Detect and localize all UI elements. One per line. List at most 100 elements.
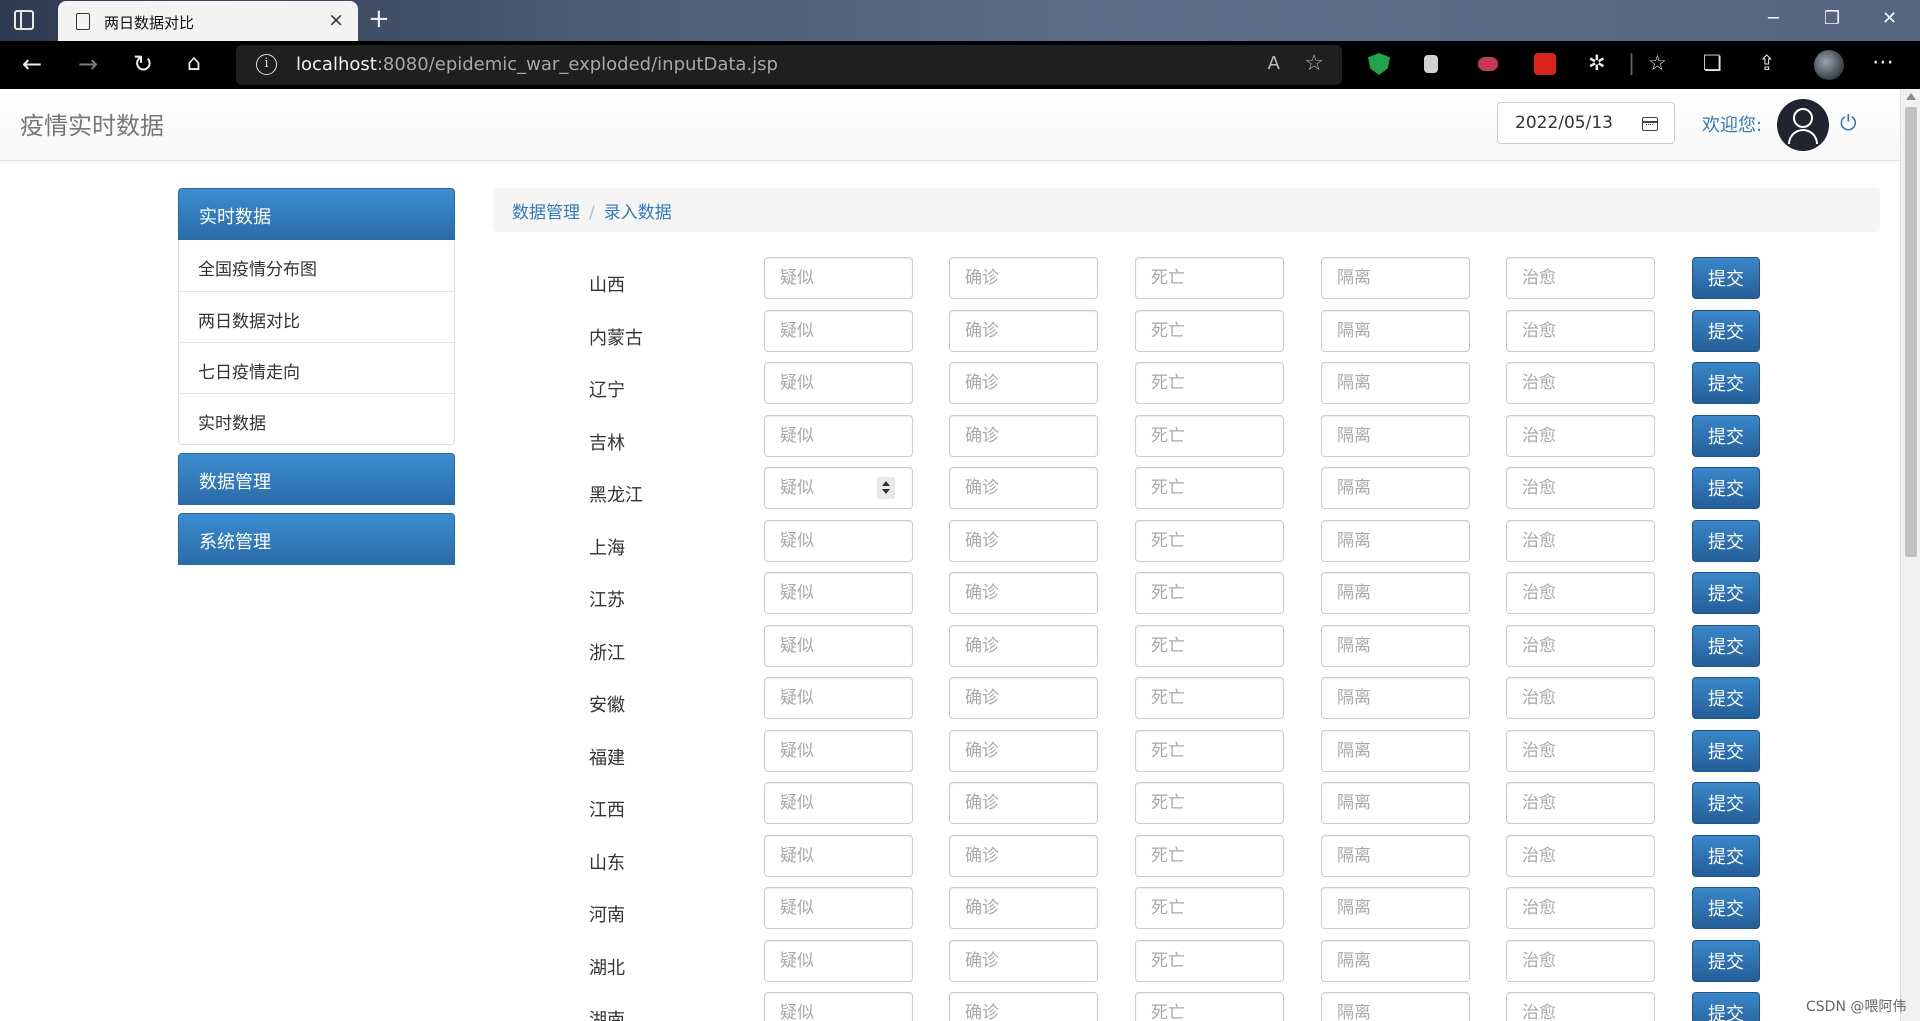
confirmed-input[interactable] — [949, 257, 1098, 299]
refresh-icon[interactable]: ↻ — [133, 51, 153, 77]
power-icon[interactable]: ⏻ — [1840, 111, 1857, 136]
dead-input[interactable] — [1135, 835, 1284, 877]
close-tab-icon[interactable]: × — [328, 10, 344, 30]
shield-extension-icon[interactable] — [1368, 53, 1390, 75]
dead-input[interactable] — [1135, 415, 1284, 457]
tab-actions-icon[interactable] — [14, 10, 34, 30]
cured-input[interactable] — [1506, 362, 1655, 404]
isolated-input[interactable] — [1321, 887, 1470, 929]
confirmed-input[interactable] — [949, 940, 1098, 982]
screen-capture-extension-icon[interactable] — [1478, 57, 1498, 71]
isolated-input[interactable] — [1321, 835, 1470, 877]
suspected-input[interactable] — [764, 572, 913, 614]
breadcrumb-enter-data[interactable]: 录入数据 — [604, 203, 672, 223]
confirmed-input[interactable] — [949, 625, 1098, 667]
suspected-input[interactable] — [764, 835, 913, 877]
cured-input[interactable] — [1506, 520, 1655, 562]
suspected-input[interactable] — [764, 677, 913, 719]
suspected-input[interactable] — [764, 415, 913, 457]
confirmed-input[interactable] — [949, 677, 1098, 719]
close-window-icon[interactable]: ✕ — [1882, 8, 1897, 29]
cured-input[interactable] — [1506, 835, 1655, 877]
cured-input[interactable] — [1506, 677, 1655, 719]
dead-input[interactable] — [1135, 572, 1284, 614]
confirmed-input[interactable] — [949, 520, 1098, 562]
breadcrumb-data-management[interactable]: 数据管理 — [512, 203, 580, 223]
dead-input[interactable] — [1135, 992, 1284, 1021]
isolated-input[interactable] — [1321, 310, 1470, 352]
confirmed-input[interactable] — [949, 730, 1098, 772]
submit-button[interactable]: 提交 — [1692, 992, 1760, 1021]
calendar-icon[interactable] — [1642, 117, 1658, 131]
suspected-input[interactable] — [764, 940, 913, 982]
isolated-input[interactable] — [1321, 520, 1470, 562]
submit-button[interactable]: 提交 — [1692, 362, 1760, 404]
cured-input[interactable] — [1506, 257, 1655, 299]
suspected-input[interactable] — [764, 257, 913, 299]
cured-input[interactable] — [1506, 887, 1655, 929]
cured-input[interactable] — [1506, 730, 1655, 772]
cured-input[interactable] — [1506, 310, 1655, 352]
submit-button[interactable]: 提交 — [1692, 467, 1760, 509]
more-icon[interactable]: ⋯ — [1872, 51, 1894, 75]
number-spinner-icon[interactable] — [877, 477, 895, 499]
dead-input[interactable] — [1135, 520, 1284, 562]
submit-button[interactable]: 提交 — [1692, 782, 1760, 824]
suspected-input[interactable] — [764, 362, 913, 404]
suspected-input[interactable] — [764, 992, 913, 1021]
back-icon[interactable]: ← — [22, 51, 42, 77]
scroll-thumb[interactable] — [1905, 107, 1917, 557]
isolated-input[interactable] — [1321, 467, 1470, 509]
isolated-input[interactable] — [1321, 782, 1470, 824]
isolated-input[interactable] — [1321, 730, 1470, 772]
pdf-extension-icon[interactable] — [1534, 53, 1556, 75]
suspected-input[interactable] — [764, 782, 913, 824]
dead-input[interactable] — [1135, 940, 1284, 982]
dead-input[interactable] — [1135, 362, 1284, 404]
cured-input[interactable] — [1506, 625, 1655, 667]
cured-input[interactable] — [1506, 940, 1655, 982]
cured-input[interactable] — [1506, 782, 1655, 824]
minimize-icon[interactable]: ─ — [1768, 8, 1779, 29]
dead-input[interactable] — [1135, 257, 1284, 299]
confirmed-input[interactable] — [949, 362, 1098, 404]
confirmed-input[interactable] — [949, 887, 1098, 929]
cured-input[interactable] — [1506, 467, 1655, 509]
submit-button[interactable]: 提交 — [1692, 677, 1760, 719]
submit-button[interactable]: 提交 — [1692, 940, 1760, 982]
confirmed-input[interactable] — [949, 415, 1098, 457]
isolated-input[interactable] — [1321, 362, 1470, 404]
isolated-input[interactable] — [1321, 257, 1470, 299]
address-bar[interactable]: i localhost:8080/epidemic_war_exploded/i… — [236, 45, 1342, 85]
user-avatar[interactable] — [1777, 99, 1829, 151]
submit-button[interactable]: 提交 — [1692, 625, 1760, 667]
new-tab-icon[interactable]: + — [368, 6, 390, 32]
confirmed-input[interactable] — [949, 467, 1098, 509]
submit-button[interactable]: 提交 — [1692, 257, 1760, 299]
url-text[interactable]: localhost:8080/epidemic_war_exploded/inp… — [296, 54, 778, 75]
suspected-input[interactable] — [764, 887, 913, 929]
suspected-input[interactable] — [764, 730, 913, 772]
dead-input[interactable] — [1135, 677, 1284, 719]
scroll-up-icon[interactable] — [1906, 93, 1916, 100]
submit-button[interactable]: 提交 — [1692, 310, 1760, 352]
isolated-input[interactable] — [1321, 572, 1470, 614]
confirmed-input[interactable] — [949, 310, 1098, 352]
favorites-icon[interactable]: ☆ — [1648, 51, 1667, 75]
restore-icon[interactable]: ❐ — [1824, 8, 1840, 29]
isolated-input[interactable] — [1321, 625, 1470, 667]
dead-input[interactable] — [1135, 310, 1284, 352]
home-icon[interactable]: ⌂ — [187, 51, 201, 77]
share-icon[interactable]: ⇪ — [1758, 51, 1776, 75]
dead-input[interactable] — [1135, 467, 1284, 509]
profile-avatar[interactable] — [1814, 50, 1844, 80]
confirmed-input[interactable] — [949, 572, 1098, 614]
cured-input[interactable] — [1506, 415, 1655, 457]
submit-button[interactable]: 提交 — [1692, 835, 1760, 877]
cured-input[interactable] — [1506, 992, 1655, 1021]
isolated-input[interactable] — [1321, 415, 1470, 457]
brand-title[interactable]: 疫情实时数据 — [20, 106, 164, 141]
dead-input[interactable] — [1135, 887, 1284, 929]
submit-button[interactable]: 提交 — [1692, 572, 1760, 614]
submit-button[interactable]: 提交 — [1692, 520, 1760, 562]
